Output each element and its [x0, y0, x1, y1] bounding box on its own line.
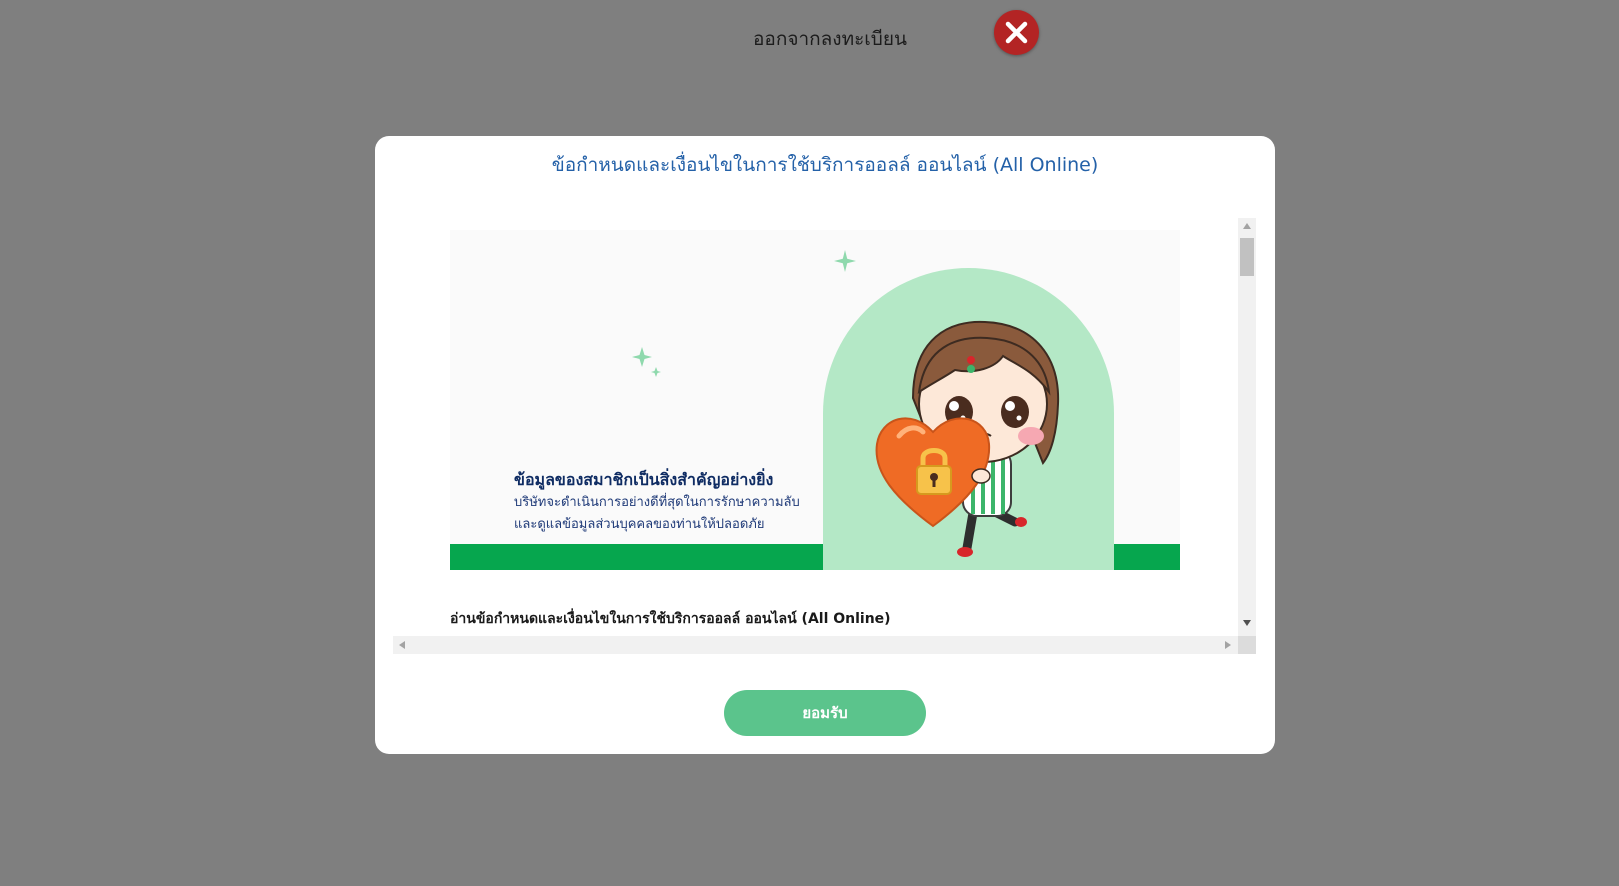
sparkle-icon — [834, 250, 856, 272]
modal-title: ข้อกำหนดและเงื่อนไขในการใช้บริการออลล์ อ… — [551, 154, 1099, 176]
close-x-icon — [1005, 21, 1028, 44]
girl-holding-heart-lock-illustration — [875, 320, 1060, 557]
vertical-scrollbar[interactable] — [1238, 218, 1256, 636]
scroll-up-arrow-icon[interactable] — [1243, 223, 1251, 229]
accept-button[interactable]: ยอมรับ — [724, 690, 926, 736]
banner-heading: ข้อมูลของสมาชิกเป็นสิ่งสำคัญอย่างยิ่ง — [514, 470, 774, 489]
privacy-banner: ข้อมูลของสมาชิกเป็นสิ่งสำคัญอย่างยิ่ง บร… — [450, 230, 1180, 570]
scroll-down-arrow-icon[interactable] — [1243, 620, 1251, 626]
terms-heading: อ่านข้อกำหนดและเงื่อนไขในการใช้บริการออล… — [450, 611, 891, 627]
sparkle-icon — [632, 347, 661, 377]
scroll-right-arrow-icon[interactable] — [1225, 641, 1231, 649]
banner-subtext: บริษัทจะดำเนินการอย่างดีที่สุดในการรักษา… — [514, 492, 834, 536]
banner-subtext-line1: บริษัทจะดำเนินการอย่างดีที่สุดในการรักษา… — [514, 495, 800, 510]
terms-content: ข้อมูลของสมาชิกเป็นสิ่งสำคัญอย่างยิ่ง บร… — [393, 218, 1238, 636]
terms-scroll-area[interactable]: ข้อมูลของสมาชิกเป็นสิ่งสำคัญอย่างยิ่ง บร… — [393, 218, 1256, 654]
vertical-scroll-thumb[interactable] — [1240, 238, 1254, 276]
exit-registration-label: ออกจากลงทะเบียน — [753, 28, 907, 50]
scroll-left-arrow-icon[interactable] — [399, 641, 405, 649]
scrollbar-corner — [1238, 636, 1256, 654]
close-button[interactable] — [994, 10, 1039, 55]
banner-subtext-line2: และดูแลข้อมูลส่วนบุคคลของท่านให้ปลอดภัย — [514, 517, 765, 532]
terms-modal: ข้อกำหนดและเงื่อนไขในการใช้บริการออลล์ อ… — [375, 136, 1275, 754]
horizontal-scrollbar[interactable] — [393, 636, 1238, 654]
